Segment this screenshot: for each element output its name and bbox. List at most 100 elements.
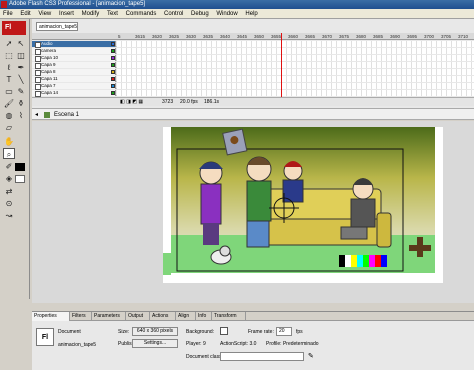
layer-frames[interactable]: [117, 41, 474, 47]
ruler-tick: 3695: [407, 34, 418, 39]
size-button[interactable]: 640 x 360 pixels: [132, 327, 178, 336]
layer-color-box[interactable]: [111, 91, 115, 95]
tab-transform[interactable]: Transform: [212, 312, 246, 321]
stroke-color-icon[interactable]: ✐: [3, 161, 15, 172]
eyedropper-tool-icon[interactable]: ⌇: [15, 110, 27, 121]
layer-frames[interactable]: [117, 62, 474, 68]
menu-file[interactable]: File: [0, 9, 16, 19]
menu-commands[interactable]: Commands: [123, 9, 160, 19]
layer-frames[interactable]: [117, 90, 474, 96]
tab-parameters[interactable]: Parameters: [92, 312, 126, 321]
background-color-swatch[interactable]: [220, 327, 228, 335]
flash-logo: Fl: [2, 21, 26, 35]
pencil-edit-icon[interactable]: ✎: [308, 352, 314, 360]
layer-row[interactable]: Capa 14: [32, 90, 474, 97]
swap-colors-icon[interactable]: ⇄: [3, 186, 15, 197]
timeline-ruler[interactable]: 5 3615 3620 3625 3630 3635 3640 3645 3650 3655 366…: [32, 33, 474, 40]
menu-view[interactable]: View: [35, 9, 54, 19]
selection-tool-icon[interactable]: ➚: [3, 38, 15, 49]
rectangle-tool-icon[interactable]: ▭: [3, 86, 15, 97]
layer-row[interactable]: camera: [32, 48, 474, 55]
stroke-color-swatch[interactable]: [15, 163, 25, 171]
menu-help[interactable]: Help: [242, 9, 260, 19]
back-arrow-icon[interactable]: ◂: [35, 109, 38, 121]
document-tab[interactable]: animacion_tape5: [36, 22, 78, 31]
zoom-tool-icon[interactable]: ⌕: [3, 148, 15, 159]
eraser-tool-icon[interactable]: ▱: [3, 122, 15, 133]
layer-color-box[interactable]: [111, 70, 115, 74]
layer-name[interactable]: Capa 7: [32, 83, 116, 90]
character-green: [246, 156, 272, 248]
text-tool-icon[interactable]: T: [3, 74, 15, 85]
tab-info[interactable]: Info: [196, 312, 212, 321]
menu-edit[interactable]: Edit: [17, 9, 33, 19]
tab-properties[interactable]: Properties: [32, 312, 70, 321]
settings-button[interactable]: Settings...: [132, 339, 178, 348]
layer-frames[interactable]: [117, 83, 474, 89]
layer-color-box[interactable]: [111, 77, 115, 81]
tab-actions[interactable]: Actions: [150, 312, 176, 321]
layer-color-box[interactable]: [111, 84, 115, 88]
layer-row[interactable]: Capa 9: [32, 62, 474, 69]
snap-option-icon[interactable]: ⊙: [3, 198, 15, 209]
lasso-tool-icon[interactable]: ℓ: [3, 62, 15, 73]
smooth-option-icon[interactable]: ↝: [3, 210, 15, 221]
menu-text[interactable]: Text: [104, 9, 121, 19]
free-transform-tool-icon[interactable]: ⬚: [3, 50, 15, 61]
layer-color-box[interactable]: [111, 49, 115, 53]
menu-window[interactable]: Window: [213, 9, 240, 19]
onion-skin-icons[interactable]: ◧ ◨ ◩ ▦: [120, 98, 143, 107]
pencil-tool-icon[interactable]: ✎: [15, 86, 27, 97]
scene-label[interactable]: Escena 1: [54, 109, 79, 121]
layer-row[interactable]: Audio: [32, 41, 474, 48]
subselection-tool-icon[interactable]: ↖: [15, 38, 27, 49]
menu-bar: File Edit View Insert Modify Text Comman…: [0, 9, 474, 19]
document-class-field[interactable]: [220, 352, 304, 361]
layer-row[interactable]: Capa 7: [32, 83, 474, 90]
fill-color-swatch[interactable]: [15, 175, 25, 183]
layer-name[interactable]: Capa 11: [32, 76, 116, 83]
layer-frames[interactable]: [117, 76, 474, 82]
gradient-transform-tool-icon[interactable]: ◫: [15, 50, 27, 61]
layer-row[interactable]: Capa 8: [32, 69, 474, 76]
line-tool-icon[interactable]: ╲: [15, 74, 27, 85]
layer-color-box[interactable]: [111, 56, 115, 60]
stage-canvas[interactable]: [163, 127, 443, 283]
tab-output[interactable]: Output: [126, 312, 150, 321]
menu-debug[interactable]: Debug: [188, 9, 212, 19]
layer-frames[interactable]: [117, 69, 474, 75]
layer-row[interactable]: Capa 11: [32, 76, 474, 83]
playhead[interactable]: [281, 33, 282, 97]
tab-align[interactable]: Align: [176, 312, 196, 321]
frame-rate-readout: 20.0 fps: [180, 99, 198, 105]
layer-color-box[interactable]: [111, 63, 115, 67]
stage-area[interactable]: [32, 121, 474, 303]
paint-bucket-tool-icon[interactable]: ◍: [3, 110, 15, 121]
layer-frames[interactable]: [117, 55, 474, 61]
ink-bottle-tool-icon[interactable]: ⚱: [15, 98, 27, 109]
layer-name[interactable]: Capa 14: [32, 90, 116, 97]
flash-app-icon: [1, 1, 7, 8]
frame-rate-field[interactable]: 20: [276, 327, 292, 336]
character-red: [282, 161, 304, 203]
layer-name[interactable]: Capa 8: [32, 69, 116, 76]
menu-insert[interactable]: Insert: [56, 9, 77, 19]
layer-name[interactable]: Audio: [32, 41, 116, 48]
layer-name[interactable]: Capa 10: [32, 55, 116, 62]
fill-color-icon[interactable]: ◈: [3, 173, 15, 184]
layer-name[interactable]: camera: [32, 48, 116, 55]
menu-control[interactable]: Control: [161, 9, 186, 19]
pen-tool-icon[interactable]: ✒: [15, 62, 27, 73]
scene-icon: [44, 112, 50, 118]
hand-tool-icon[interactable]: ✋: [3, 136, 15, 147]
ruler-tick: 3710: [458, 34, 469, 39]
ruler-tick: 3620: [152, 34, 163, 39]
brush-tool-icon[interactable]: 🖌: [3, 98, 15, 109]
ruler-tick: 3665: [305, 34, 316, 39]
layer-row[interactable]: Capa 10: [32, 55, 474, 62]
tab-filters[interactable]: Filters: [70, 312, 92, 321]
layer-color-box[interactable]: [111, 42, 115, 46]
menu-modify[interactable]: Modify: [79, 9, 103, 19]
layer-frames[interactable]: [117, 48, 474, 54]
layer-name[interactable]: Capa 9: [32, 62, 116, 69]
